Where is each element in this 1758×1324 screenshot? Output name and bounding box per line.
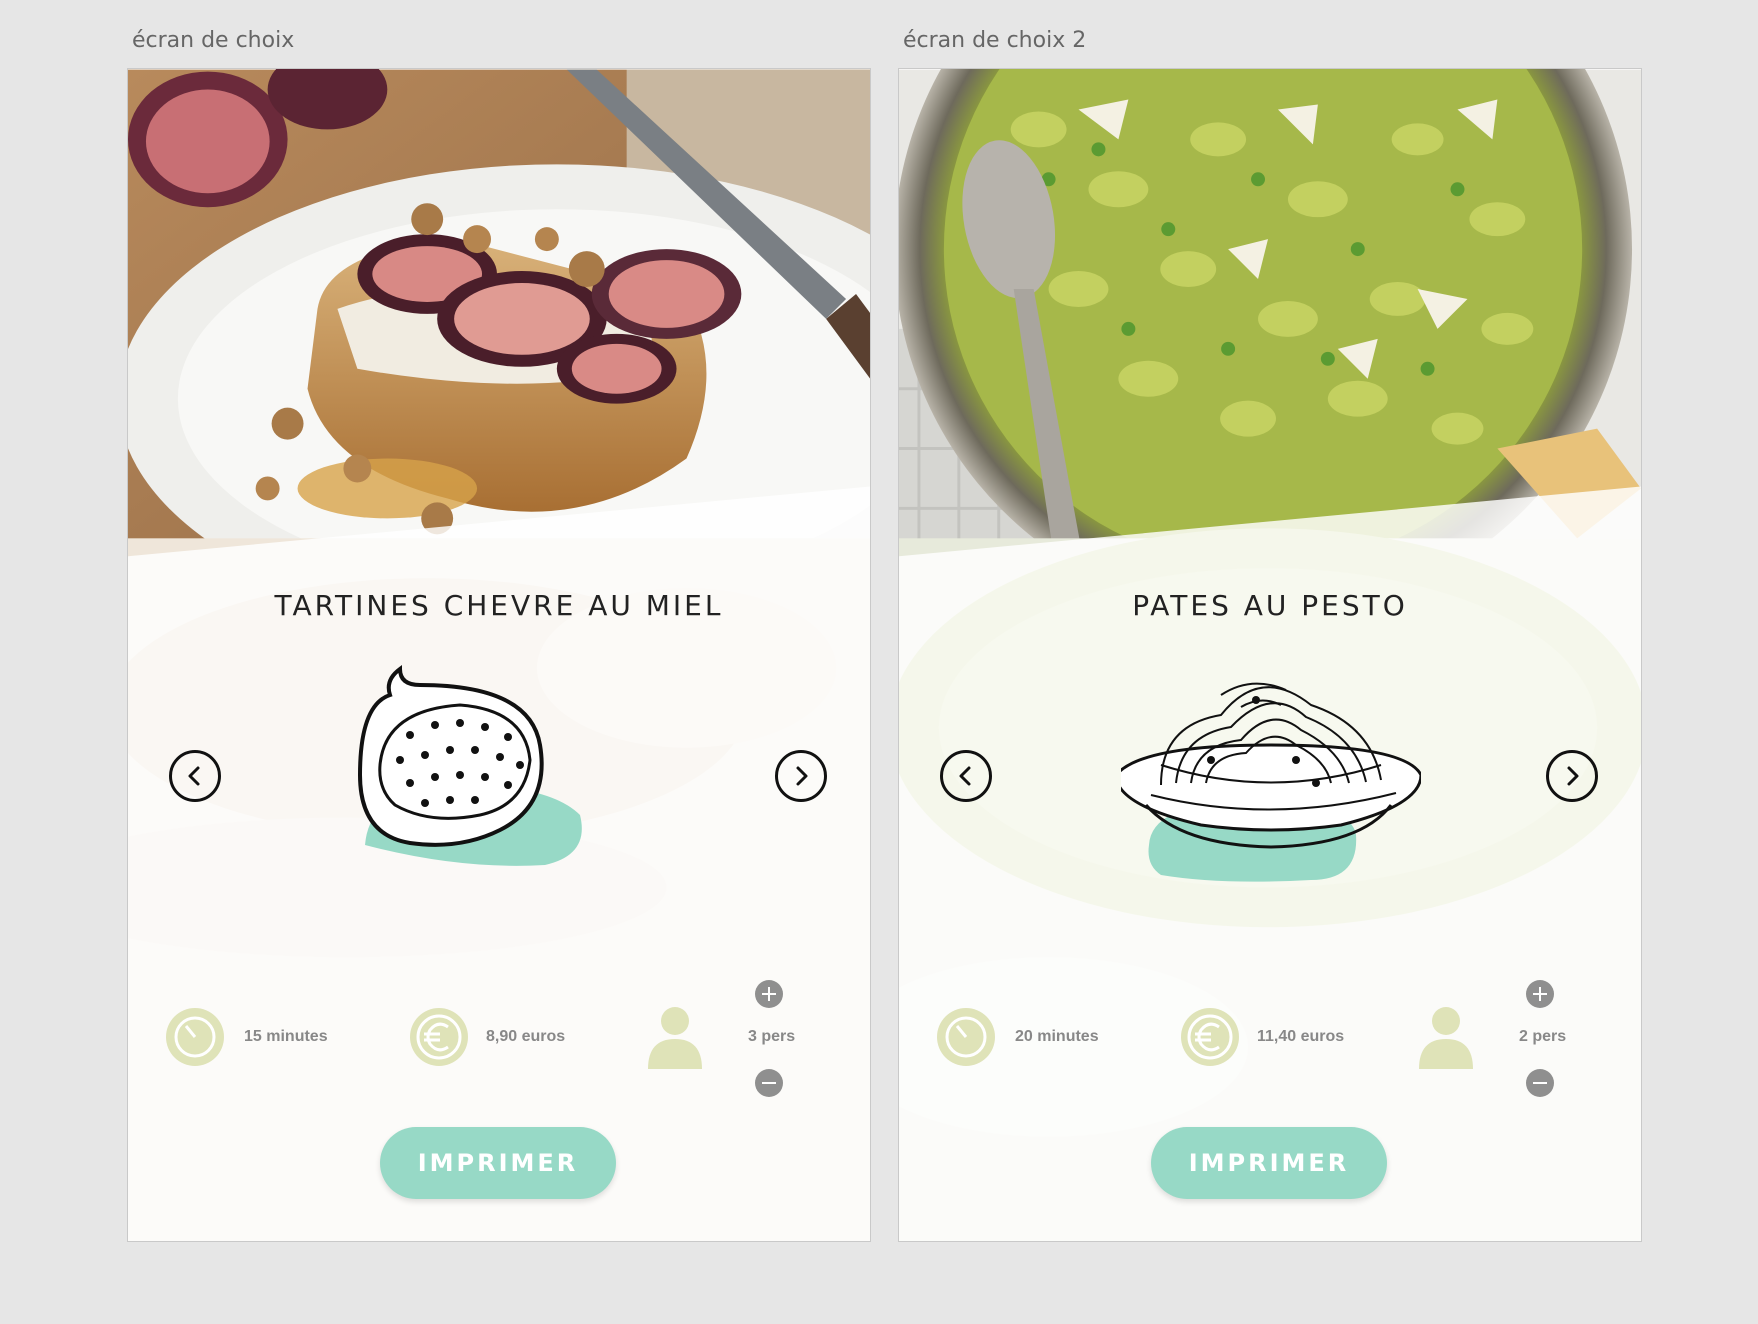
recipe-title: TARTINES CHEVRE AU MIEL (274, 589, 724, 622)
previous-recipe-button[interactable] (940, 750, 992, 802)
price: 8,90 euros (486, 1028, 566, 1045)
recipe-title: PATES AU PESTO (1132, 589, 1408, 622)
previous-recipe-button[interactable] (169, 750, 221, 802)
person-icon (648, 1007, 702, 1069)
pasta-plate-illustration (1121, 682, 1421, 882)
artboard-choice-screen-1: TARTINES CHEVRE AU MIEL 15 minutes 8,90 … (127, 68, 871, 1242)
clock-icon (166, 1008, 224, 1066)
artboard-label-2: écran de choix 2 (903, 28, 1087, 53)
plus-icon (762, 987, 776, 1001)
artboard-label-1: écran de choix (132, 28, 295, 53)
increase-persons-button[interactable] (755, 980, 783, 1008)
chevron-left-icon (959, 766, 971, 786)
person-icon (1419, 1007, 1473, 1069)
decrease-persons-button[interactable] (1526, 1069, 1554, 1097)
print-button[interactable]: IMPRIMER (1151, 1127, 1387, 1199)
chevron-right-icon (1567, 766, 1579, 786)
euro-icon (1181, 1008, 1239, 1066)
increase-persons-button[interactable] (1526, 980, 1554, 1008)
minus-icon (762, 1082, 776, 1084)
next-recipe-button[interactable] (1546, 750, 1598, 802)
recipe-info-row: 15 minutes 8,90 euros 3 pers (128, 1007, 870, 1128)
prep-time: 15 minutes (244, 1028, 328, 1045)
print-button[interactable]: IMPRIMER (380, 1127, 616, 1199)
next-recipe-button[interactable] (775, 750, 827, 802)
fig-illustration (357, 665, 582, 866)
artboard-choice-screen-2: PATES AU PESTO 20 minutes 11,40 euros 2 … (898, 68, 1642, 1242)
chevron-left-icon (188, 766, 200, 786)
minus-icon (1533, 1082, 1547, 1084)
decrease-persons-button[interactable] (755, 1069, 783, 1097)
price: 11,40 euros (1257, 1028, 1345, 1045)
persons-count: 2 pers (1519, 1028, 1567, 1045)
chevron-right-icon (796, 766, 808, 786)
persons-count: 3 pers (748, 1028, 796, 1045)
plus-icon (1533, 987, 1547, 1001)
euro-icon (410, 1008, 468, 1066)
recipe-info-row: 20 minutes 11,40 euros 2 pers (899, 1007, 1641, 1128)
prep-time: 20 minutes (1015, 1028, 1099, 1045)
clock-icon (937, 1008, 995, 1066)
